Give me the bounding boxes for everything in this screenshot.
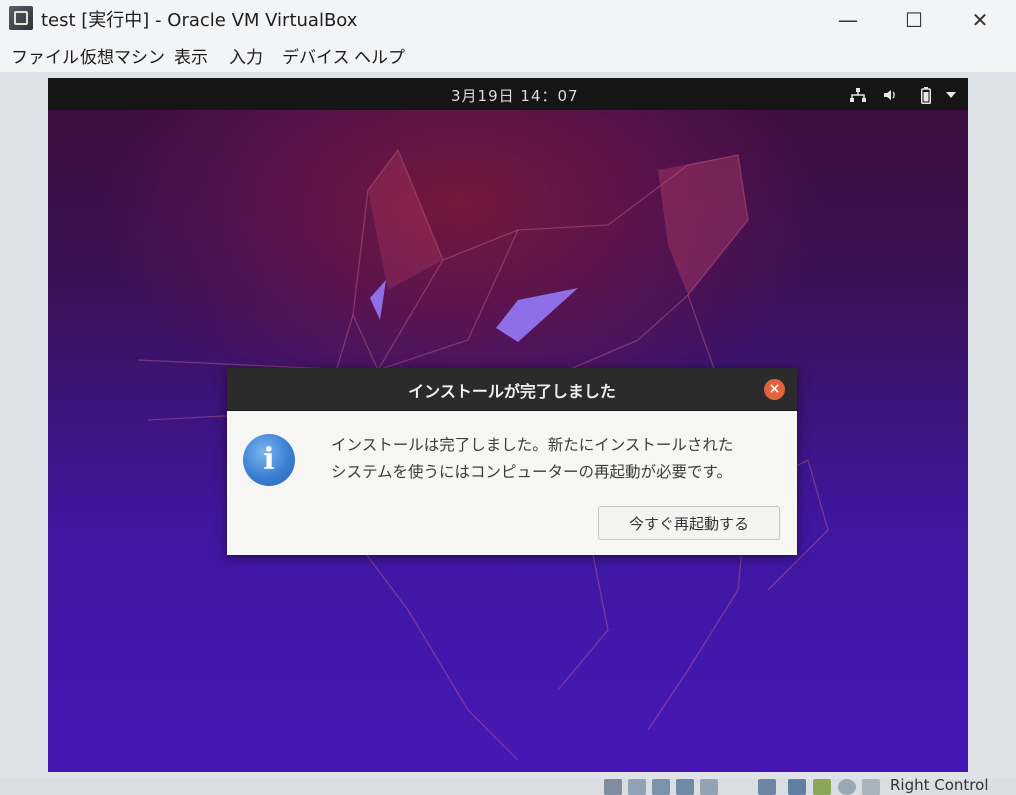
restart-now-button[interactable]: 今すぐ再起動する [598,506,780,540]
battery-icon[interactable] [921,87,931,108]
network-adapter-icon[interactable] [676,779,694,795]
host-key-label: Right Control [890,776,989,794]
dialog-message-line: インストールは完了しました。新たにインストールされた [331,436,734,454]
dialog-header: インストールが完了しました × [227,368,797,411]
usb-icon[interactable] [700,779,718,795]
close-window-button[interactable]: ✕ [952,2,1008,38]
info-icon: i [243,434,295,486]
virtualbox-app-icon [9,6,33,30]
dialog-message: インストールは完了しました。新たにインストールされた システムを使うにはコンピュ… [331,432,786,486]
window-title-bar: test [実行中] - Oracle VM VirtualBox — ☐ ✕ [0,0,1016,40]
menu-view[interactable]: 表示 [174,43,208,68]
display-icon[interactable] [788,779,806,795]
gnome-top-bar: 3月19日 14：07 [48,78,968,110]
shared-folders-icon[interactable] [758,779,776,795]
clock[interactable]: 3月19日 14：07 [451,85,579,106]
mouse-integration-icon[interactable] [862,779,880,795]
vm-status-bar: Right Control [0,776,1016,795]
menu-file[interactable]: ファイル [11,43,79,68]
window-title: test [実行中] - Oracle VM VirtualBox [41,10,358,31]
menu-devices[interactable]: デバイス [282,43,350,68]
menu-input[interactable]: 入力 [229,43,263,68]
audio-icon[interactable] [652,779,670,795]
network-icon[interactable] [849,87,867,107]
hard-disk-icon[interactable] [604,779,622,795]
system-menu-arrow-icon[interactable] [945,88,957,104]
menu-help[interactable]: ヘルプ [354,43,405,68]
cpu-activity-icon[interactable] [838,779,856,795]
menu-machine[interactable]: 仮想マシン [80,43,165,68]
volume-icon[interactable] [882,87,898,107]
optical-drive-icon[interactable] [628,779,646,795]
menu-bar: ファイル 仮想マシン 表示 入力 デバイス ヘルプ [0,40,1016,72]
install-complete-dialog: インストールが完了しました × i インストールは完了しました。新たにインストー… [227,368,797,555]
minimize-button[interactable]: — [820,2,876,38]
dialog-message-line: システムを使うにはコンピューターの再起動が必要です。 [331,463,732,481]
recording-icon[interactable] [813,779,831,795]
dialog-close-button[interactable]: × [764,379,785,400]
maximize-button[interactable]: ☐ [886,2,942,38]
dialog-title: インストールが完了しました [408,382,616,401]
